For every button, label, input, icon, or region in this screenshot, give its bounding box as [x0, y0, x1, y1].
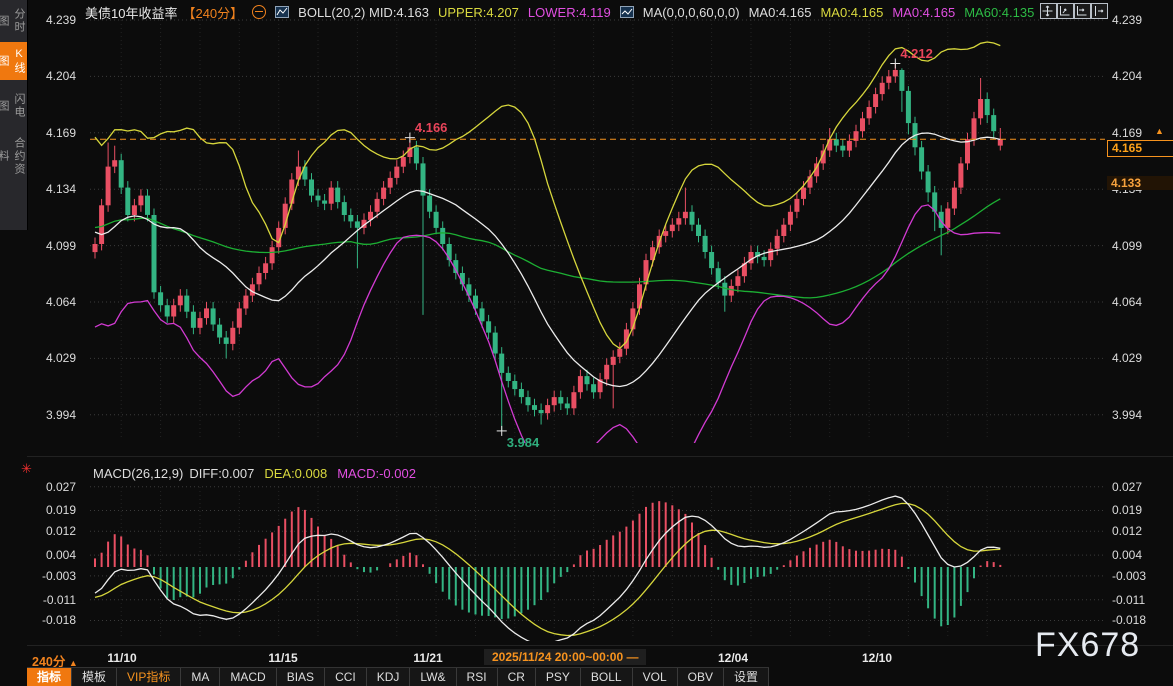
y-axis-label: 4.029 — [1112, 351, 1142, 365]
y-axis-label: 4.064 — [1112, 295, 1142, 309]
sidebar-tab-flash[interactable]: 闪电图 — [0, 87, 27, 125]
ma0-white: MA0:4.165 — [749, 5, 812, 20]
y-axis-label: 4.239 — [30, 13, 76, 27]
toolbar-item-cr[interactable]: CR — [498, 668, 536, 686]
toolbar-item-boll[interactable]: BOLL — [581, 668, 633, 686]
ma0-magenta: MA0:4.165 — [892, 5, 955, 20]
y-axis-label: 4.099 — [1112, 239, 1142, 253]
y-axis-label: 4.134 — [30, 182, 76, 196]
pan-chart-icon[interactable] — [1040, 3, 1057, 19]
macd-diff: DIFF:0.007 — [189, 466, 254, 481]
macd-axis-label: -0.011 — [1112, 593, 1145, 607]
macd-axis-label: 0.012 — [1112, 524, 1142, 538]
macd-axis-label: 0.004 — [1112, 548, 1142, 562]
selected-candle-date: 2025/11/24 20:00~00:00 — — [484, 649, 646, 665]
ma60-value: MA60:4.135 — [964, 5, 1034, 20]
toolbar-item-vol[interactable]: VOL — [633, 668, 678, 686]
y-axis-label: 4.204 — [1112, 69, 1142, 83]
toolbar-item-macd[interactable]: MACD — [220, 668, 276, 686]
toolbar-item-settings[interactable]: 设置 — [724, 668, 769, 686]
toolbar-item-indicator[interactable]: 指标 — [27, 668, 72, 686]
symbol-title: 美债10年收益率 — [85, 3, 177, 22]
y-axis-label: 4.099 — [30, 239, 76, 253]
header-legend: 美债10年收益率 【240分】 BOLL(20,2) MID:4.163 UPP… — [85, 4, 1054, 20]
toolbar-item-kdj[interactable]: KDJ — [367, 668, 411, 686]
macd-axis-label: -0.018 — [1112, 613, 1146, 627]
y-axis-label: 4.239 — [1112, 13, 1142, 27]
y-axis-label: 3.994 — [1112, 408, 1142, 422]
axis-divider — [27, 645, 1173, 646]
boll-upper: UPPER:4.207 — [438, 5, 519, 20]
price-arrow-icon: ▲ — [1155, 126, 1164, 136]
macd-axis-label: 0.019 — [30, 503, 76, 517]
ma0-yellow: MA0:4.165 — [820, 5, 883, 20]
sidebar-tab-kline[interactable]: K线图 — [0, 42, 27, 80]
macd-params: MACD(26,12,9) — [93, 466, 183, 481]
macd-legend: MACD(26,12,9) DIFF:0.007 DEA:0.008 MACD:… — [93, 466, 416, 481]
macd-axis-label: 0.027 — [30, 480, 76, 494]
toolbar-item-vip[interactable]: VIP指标 — [117, 668, 181, 686]
ma-indicator-icon[interactable] — [620, 6, 634, 18]
scale-y-axis-icon[interactable] — [1057, 3, 1074, 19]
y-axis-label: 3.994 — [30, 408, 76, 422]
toolbar-item-bias[interactable]: BIAS — [277, 668, 325, 686]
macd-axis-label: 0.027 — [1112, 480, 1142, 494]
boll-lower: LOWER:4.119 — [528, 5, 611, 20]
toolbar-item-obv[interactable]: OBV — [678, 668, 724, 686]
pane-divider — [27, 456, 1173, 457]
price-chart-canvas[interactable] — [0, 0, 1173, 685]
y-axis-label: 4.029 — [30, 351, 76, 365]
watermark: FX678 — [1035, 626, 1140, 665]
macd-axis-label: -0.003 — [1112, 569, 1146, 583]
sidebar-tab-contract[interactable]: 合约资料 — [0, 131, 27, 181]
toolbar-item-cci[interactable]: CCI — [325, 668, 367, 686]
toolbar-item-rsi[interactable]: RSI — [457, 668, 498, 686]
high-annotation: 4.166 — [415, 120, 448, 135]
sidebar: 分时图 K线图 闪电图 合约资料 — [0, 0, 28, 230]
toolbar-item-lw[interactable]: LW& — [410, 668, 456, 686]
high-annotation: 4.212 — [900, 46, 933, 61]
x-axis-date: 11/15 — [268, 651, 297, 665]
x-axis-date: 11/10 — [107, 651, 136, 665]
collapse-legend-icon[interactable] — [252, 5, 266, 19]
macd-axis-label: -0.018 — [30, 613, 76, 627]
ma60-price-tag: 4.133 — [1107, 176, 1173, 190]
x-axis-date: 12/10 — [862, 651, 892, 665]
y-axis-label: 4.064 — [30, 295, 76, 309]
toolbar-item-psy[interactable]: PSY — [536, 668, 581, 686]
y-axis-label: 4.204 — [30, 69, 76, 83]
collapse-panel-icon[interactable] — [1091, 3, 1108, 19]
macd-axis-label: 0.012 — [30, 524, 76, 538]
y-axis-label: 4.169 — [30, 126, 76, 140]
toolbar-item-template[interactable]: 模板 — [72, 668, 117, 686]
sidebar-tab-timeline[interactable]: 分时图 — [0, 3, 27, 39]
x-axis-date: 11/21 — [413, 651, 442, 665]
macd-axis-label: 0.004 — [30, 548, 76, 562]
y-axis-label: 4.169 — [1112, 126, 1142, 140]
macd-axis-label: -0.003 — [30, 569, 76, 583]
indicator-toolbar: 指标 模板 VIP指标 MA MACD BIAS CCI KDJ LW& RSI… — [27, 667, 769, 686]
x-axis-date: 12/04 — [718, 651, 748, 665]
ma-params: MA(0,0,0,60,0,0) — [643, 5, 740, 20]
macd-value: MACD:-0.002 — [337, 466, 416, 481]
macd-axis-label: 0.019 — [1112, 503, 1142, 517]
period-badge[interactable]: 【240分】 — [182, 3, 243, 22]
toolbar-item-ma[interactable]: MA — [181, 668, 220, 686]
boll-values: BOLL(20,2) MID:4.163 — [298, 5, 429, 20]
macd-dea: DEA:0.008 — [264, 466, 327, 481]
scale-x-axis-icon[interactable] — [1074, 3, 1091, 19]
macd-axis-label: -0.011 — [30, 593, 76, 607]
current-price-tag: 4.165 — [1107, 140, 1173, 157]
boll-indicator-icon[interactable] — [275, 6, 289, 18]
low-annotation: 3.984 — [507, 435, 540, 450]
indicator-settings-icon[interactable]: ✳ — [21, 461, 32, 477]
